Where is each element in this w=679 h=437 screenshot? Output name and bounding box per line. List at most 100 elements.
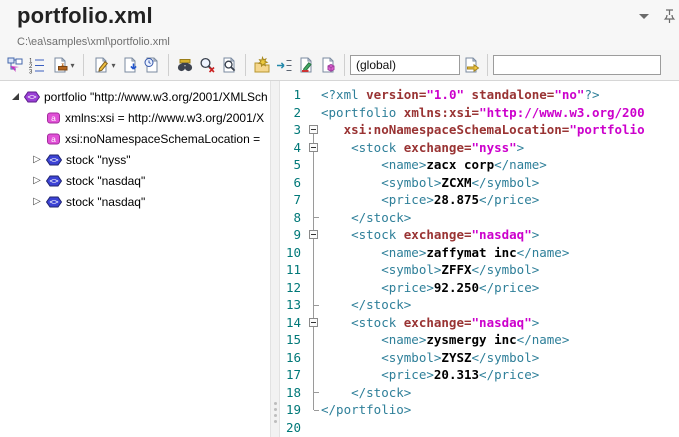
edit-attributes-button[interactable] [295,53,317,77]
collapsed-arrow-icon[interactable]: ▷ [28,197,46,207]
tree-label: stock "nasdaq" [66,195,145,209]
page-title: portfolio.xml [17,3,153,29]
code-text: </stock> [321,209,411,227]
apply-arrow-button[interactable] [460,53,482,77]
file-path: C:\ea\samples\xml\portfolio.xml [17,36,170,48]
code-line[interactable]: 18</stock> [280,384,679,402]
code-text: <name>zaffymat inc</name> [321,244,569,262]
code-line[interactable]: 7<price>28.875</price> [280,191,679,209]
code-text: </stock> [321,296,411,314]
line-number: 1 [280,86,307,104]
new-items-folder-button[interactable] [251,53,273,77]
toolbar-separator [245,54,246,76]
stamp-document-button[interactable]: ▾ [48,53,78,77]
fold-margin [307,331,321,349]
history-document-icon [143,56,161,74]
code-line[interactable]: 13 </stock> [280,296,679,314]
expanded-arrow-icon[interactable] [6,93,24,100]
tree-label: stock "nasdaq" [66,174,145,188]
fold-margin [307,191,321,209]
line-number: 19 [280,401,307,419]
panel-splitter[interactable] [270,81,280,437]
code-line[interactable]: 19</portfolio> [280,401,679,419]
code-line[interactable]: 14 <stock exchange="nasdaq"> [280,314,679,332]
code-line[interactable]: 11<symbol>ZFFX</symbol> [280,261,679,279]
fold-margin [307,401,321,419]
fold-toggle-icon[interactable] [307,226,321,244]
code-text: <symbol>ZYSZ</symbol> [321,349,539,367]
chevron-down-button[interactable] [635,7,653,25]
pencil-document-icon [92,56,110,74]
tree-view-button[interactable] [4,53,26,77]
search-document-button[interactable] [218,53,240,77]
code-line[interactable]: 2 <portfolio xmlns:xsi="http://www.w3.org… [280,104,679,122]
line-number: 13 [280,296,307,314]
code-text: <?xml version="1.0" standalone="no"?> [321,86,600,104]
code-text: <price>92.250</price> [321,279,539,297]
line-number: 12 [280,279,307,297]
collapsed-arrow-icon[interactable]: ▷ [28,155,46,165]
tree-row[interactable]: <>portfolio "http://www.w3.org/2001/XMLS… [0,86,270,107]
xml-source-editor[interactable]: 1 <?xml version="1.0" standalone="no"?> 2 <… [280,81,679,437]
code-text: <stock exchange="nasdaq"> [321,314,539,332]
fold-margin [307,349,321,367]
code-line[interactable]: 4<stock exchange="nyss"> [280,139,679,157]
tree-label: xmlns:xsi = http://www.w3.org/2001/X [65,111,264,125]
binoculars-find-button[interactable] [174,53,196,77]
tree-row[interactable]: axmlns:xsi = http://www.w3.org/2001/X [0,107,270,128]
svg-text:<>: <> [49,197,59,206]
find-special-button[interactable] [196,53,218,77]
code-line[interactable]: 6<symbol>ZCXM</symbol> [280,174,679,192]
scope-input[interactable] [350,55,460,75]
validate-cube-button[interactable] [317,53,339,77]
code-line[interactable]: 3xsi:noNamespaceSchemaLocation="portfoli… [280,121,679,139]
splitter-grip-icon [274,402,277,423]
code-text: <portfolio xmlns:xsi="http://www.w3.org/… [321,104,645,122]
code-line[interactable]: 8</stock> [280,209,679,227]
collapsed-arrow-icon[interactable]: ▷ [28,176,46,186]
apply-arrow-icon [462,56,480,74]
fold-margin [307,86,321,104]
line-number: 2 [280,104,307,122]
toolbar-separator [344,54,345,76]
pin-button[interactable] [659,7,677,25]
line-number: 3 [280,121,307,139]
main-split: <>portfolio "http://www.w3.org/2001/XMLS… [0,81,679,437]
goto-line-button[interactable] [273,53,295,77]
tree-row[interactable]: ▷<> stock "nyss" [0,149,270,170]
find-special-icon [198,56,216,74]
tree-label: stock "nyss" [66,153,131,167]
edit-attributes-icon [297,56,315,74]
xml-tree-panel[interactable]: <>portfolio "http://www.w3.org/2001/XMLS… [0,81,270,437]
panel-controls [635,7,677,25]
fold-toggle-icon[interactable] [307,121,321,139]
code-line[interactable]: 16<symbol>ZYSZ</symbol> [280,349,679,367]
numbered-list-icon: 123 [28,56,46,74]
numbered-list-button[interactable]: 123 [26,53,48,77]
code-line[interactable]: 1 <?xml version="1.0" standalone="no"?> [280,86,679,104]
fold-toggle-icon[interactable] [307,314,321,332]
document-header: portfolio.xml C:\ea\samples\xml\portfoli… [0,0,679,50]
import-document-button[interactable] [119,53,141,77]
line-number: 14 [280,314,307,332]
pencil-document-button[interactable]: ▾ [89,53,119,77]
tree-row[interactable]: ▷<> stock "nasdaq" [0,191,270,212]
code-line[interactable]: 10<name>zaffymat inc</name> [280,244,679,262]
element-blue-icon: <> [46,154,62,166]
code-line[interactable]: 15<name>zysmergy inc</name> [280,331,679,349]
line-number: 7 [280,191,307,209]
tree-row[interactable]: ▷<>stock "nasdaq" [0,170,270,191]
fold-toggle-icon[interactable] [307,139,321,157]
binoculars-find-icon [176,56,194,74]
code-line[interactable]: 9<stock exchange="nasdaq"> [280,226,679,244]
code-line[interactable]: 12 <price>92.250</price> [280,279,679,297]
code-line[interactable]: 5<name>zacx corp</name> [280,156,679,174]
tree-row[interactable]: axsi:noNamespaceSchemaLocation = [0,128,270,149]
element-blue-icon: <> [46,196,62,208]
code-line[interactable]: 17<price>20.313</price> [280,366,679,384]
svg-text:a: a [51,134,56,144]
search-input[interactable] [493,55,661,75]
code-text: <stock exchange="nasdaq"> [321,226,539,244]
code-line[interactable]: 20 [280,419,679,437]
history-document-button[interactable] [141,53,163,77]
